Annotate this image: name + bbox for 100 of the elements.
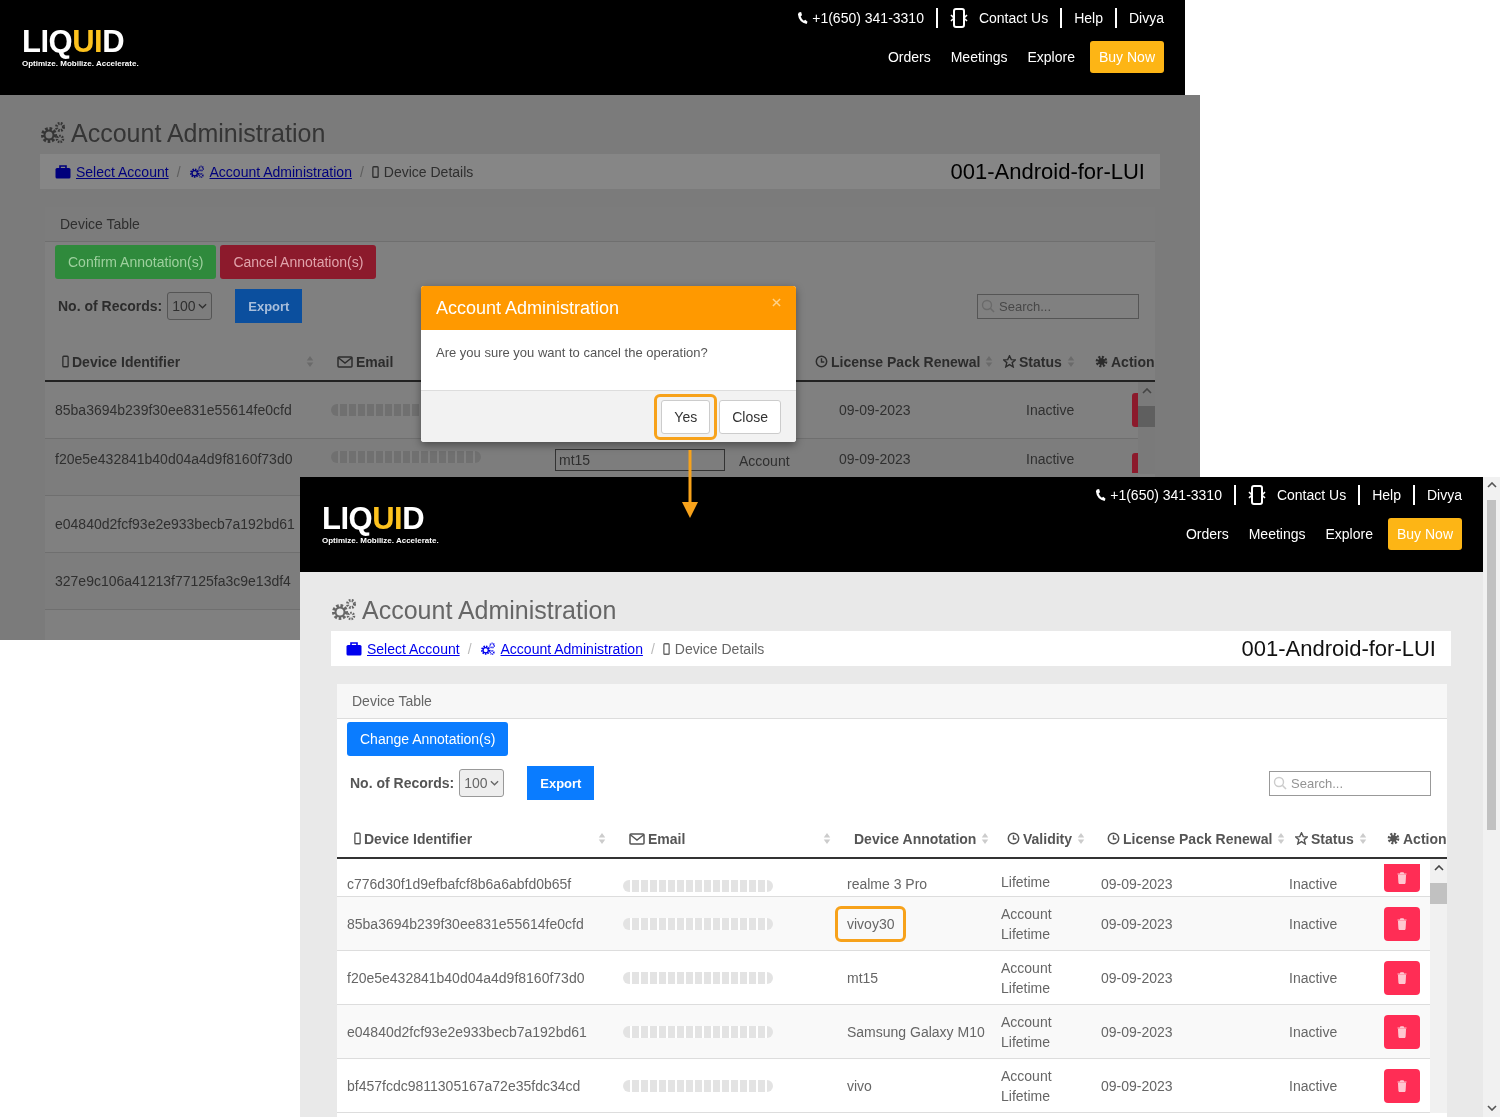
header-link[interactable]: Help <box>1372 487 1401 503</box>
column-header[interactable]: Email <box>648 830 686 847</box>
table-cell: 09-09-2023 <box>1101 1077 1173 1094</box>
header-link[interactable]: Divya <box>1129 10 1164 26</box>
caret-icon <box>490 780 500 786</box>
export-button[interactable]: Export <box>527 766 595 800</box>
phone-icon <box>1095 488 1107 502</box>
header-link[interactable]: Divya <box>1427 487 1462 503</box>
breadcrumb-current: Device Details <box>674 640 765 657</box>
delete-button[interactable] <box>1384 960 1420 995</box>
annotation-button[interactable]: Change Annotation(s) <box>347 722 509 756</box>
table-cell: Inactive <box>1289 1023 1338 1040</box>
caret-icon[interactable] <box>1486 1105 1497 1111</box>
column-header[interactable]: Email <box>356 353 394 370</box>
table-cell: e04840d2fcf93e2e933becb7a192bd61 <box>347 1023 587 1040</box>
dialog-button[interactable]: Yes <box>661 399 711 434</box>
mobile-icon <box>662 641 670 656</box>
table-cell: Account <box>739 453 790 469</box>
envelope-icon <box>337 355 353 368</box>
mobile-icon <box>949 8 968 28</box>
sort-icon[interactable] <box>1358 832 1367 845</box>
scrollbar[interactable] <box>1138 382 1155 474</box>
breadcrumb-link[interactable]: Account Administration <box>209 163 352 180</box>
scrollbar[interactable] <box>1430 859 1447 1113</box>
scrollbar[interactable] <box>1483 477 1500 1117</box>
logo-tagline: Optimize. Mobilize. Accelerate. <box>322 536 439 545</box>
gears-icon <box>331 598 357 622</box>
table-cell: 09-09-2023 <box>839 451 911 467</box>
column-header[interactable]: License Pack Renewal <box>831 353 981 370</box>
sort-icon[interactable] <box>981 832 990 845</box>
caret-icon[interactable] <box>1433 865 1444 871</box>
delete-button[interactable] <box>1384 864 1420 892</box>
sort-icon[interactable] <box>1277 832 1286 845</box>
breadcrumb-link[interactable]: Select Account <box>367 640 460 657</box>
trash-icon <box>1397 1025 1407 1038</box>
gear-icon <box>1387 832 1400 845</box>
breadcrumb-separator: / <box>359 163 364 180</box>
star-icon <box>1003 355 1016 368</box>
nav-link[interactable]: Orders <box>887 49 931 65</box>
mobile-icon <box>1247 485 1266 505</box>
sort-icon[interactable] <box>598 832 606 845</box>
phone-link[interactable]: +1(650) 341-3310 <box>812 10 924 26</box>
close-icon[interactable] <box>772 297 781 307</box>
search-field[interactable]: Search... <box>1269 770 1431 796</box>
column-header[interactable]: Device Identifier <box>364 830 473 847</box>
delete-button[interactable] <box>1384 1068 1420 1103</box>
delete-button[interactable] <box>1384 1014 1420 1049</box>
records-label: No. of Records: <box>58 298 163 314</box>
column-header[interactable]: Device Identifier <box>72 353 181 370</box>
table-cell: 09-09-2023 <box>1101 969 1173 986</box>
table-cell: Account Lifetime <box>1001 959 1052 996</box>
sort-icon[interactable] <box>1077 832 1086 845</box>
account-name: 001-Android-for-LUI <box>1241 635 1436 662</box>
column-header[interactable]: Action <box>1111 353 1155 370</box>
gears-icon <box>479 641 496 656</box>
clock-icon <box>1007 832 1020 845</box>
nav-link[interactable]: Meetings <box>950 49 1008 65</box>
table-cell: Samsung Galaxy M10 <box>847 1023 985 1040</box>
header-link[interactable]: Help <box>1074 10 1103 26</box>
dialog-button[interactable]: Close <box>719 399 781 434</box>
search-field[interactable]: Search... <box>977 293 1139 319</box>
scroll-thumb[interactable] <box>1138 406 1155 427</box>
annotation-button[interactable]: Cancel Annotation(s) <box>220 245 377 279</box>
column-header[interactable]: Validity <box>1023 830 1073 847</box>
table-cell: 09-09-2023 <box>1101 915 1173 932</box>
header-link[interactable]: Contact Us <box>1276 487 1347 503</box>
logo-wordmark: LIQUID <box>322 504 426 534</box>
nav-link[interactable]: Explore <box>1027 49 1075 65</box>
column-header[interactable]: Device Annotation <box>854 830 977 847</box>
table-cell: 85ba3694b239f30ee831e55614fe0cfd <box>347 915 584 932</box>
nav-link[interactable]: Explore <box>1325 526 1373 542</box>
table-cell: Inactive <box>1289 969 1338 986</box>
sort-icon[interactable] <box>823 832 831 845</box>
table-cell: Inactive <box>1026 451 1075 467</box>
clock-icon <box>1107 832 1120 845</box>
phone-link[interactable]: +1(650) 341-3310 <box>1110 487 1222 503</box>
caret-icon[interactable] <box>1486 482 1497 488</box>
nav-link[interactable]: Orders <box>1185 526 1229 542</box>
export-button[interactable]: Export <box>235 289 303 323</box>
column-header[interactable]: Status <box>1019 353 1062 370</box>
nav-link[interactable]: Meetings <box>1248 526 1306 542</box>
table-cell: Inactive <box>1289 1077 1338 1094</box>
records-select[interactable]: 100 <box>459 769 505 797</box>
header-link[interactable]: Contact Us <box>978 10 1049 26</box>
table-cell: bf457fcdc9811305167a72e35fdc34cd <box>347 1077 581 1094</box>
delete-button[interactable] <box>1384 906 1420 941</box>
phone-icon <box>797 11 809 25</box>
column-header[interactable]: Action <box>1403 830 1447 847</box>
breadcrumb-link[interactable]: Select Account <box>76 163 169 180</box>
column-header[interactable]: Status <box>1311 830 1354 847</box>
table-cell: vivoy30 <box>847 915 895 932</box>
scroll-thumb[interactable] <box>1430 883 1447 904</box>
card-title: Device Table <box>60 216 140 232</box>
search-icon <box>1273 775 1287 790</box>
trash-icon <box>1397 872 1407 884</box>
page-title: Account Administration <box>71 118 326 148</box>
breadcrumb-link[interactable]: Account Administration <box>500 640 643 657</box>
logo-wordmark: LIQUID <box>22 27 126 57</box>
column-header[interactable]: License Pack Renewal <box>1123 830 1273 847</box>
scroll-thumb[interactable] <box>1487 500 1496 830</box>
